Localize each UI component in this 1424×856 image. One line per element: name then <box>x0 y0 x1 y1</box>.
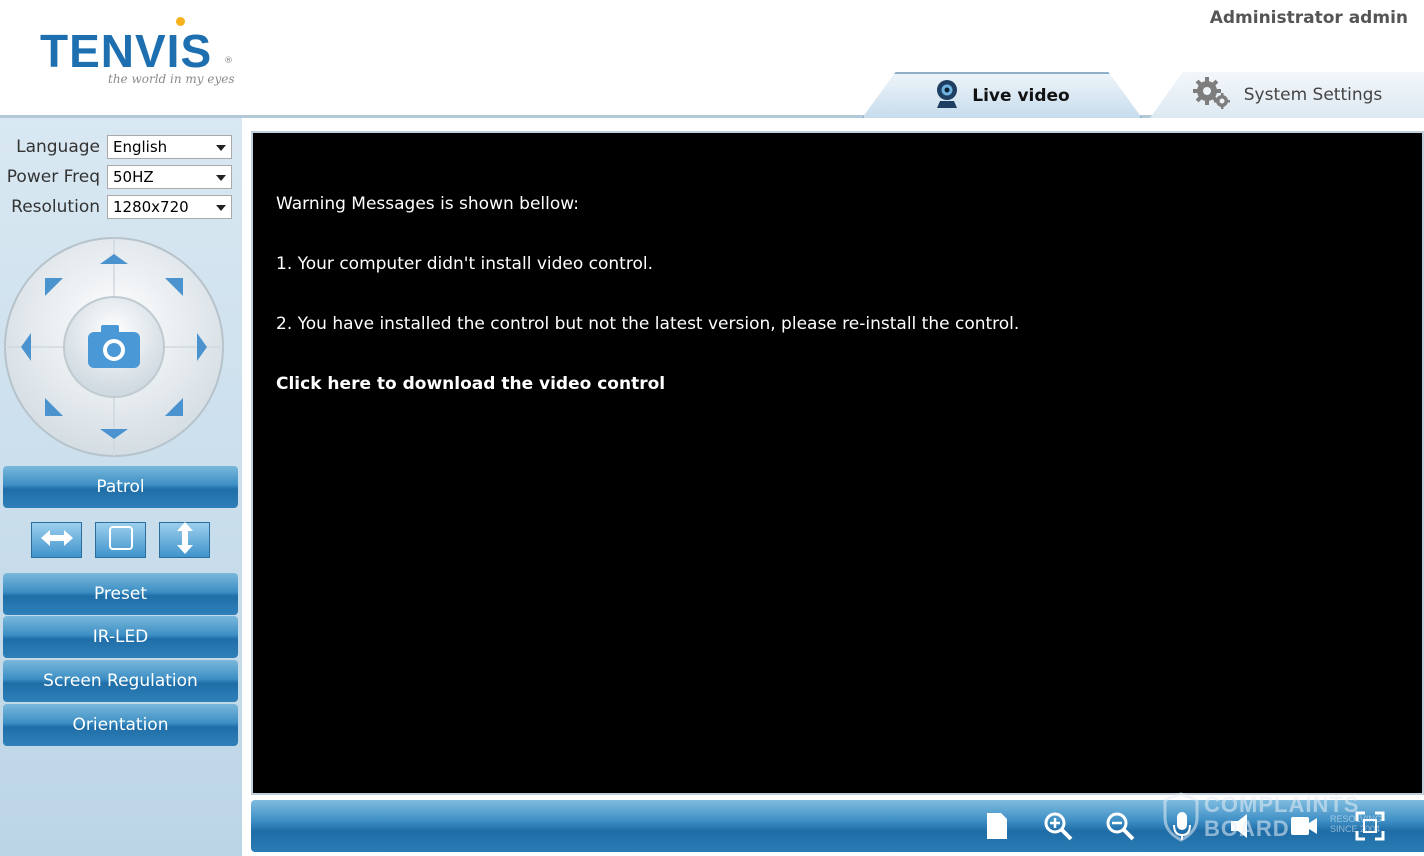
chevron-down-icon <box>216 205 226 211</box>
shield-icon <box>1163 792 1199 842</box>
power-freq-setting: Power Freq 50HZ <box>0 165 242 189</box>
warning-message-1: 1. Your computer didn't install video co… <box>276 254 653 274</box>
patrol-button[interactable]: Patrol <box>3 466 238 508</box>
download-control-link[interactable]: Click here to download the video control <box>276 374 665 394</box>
language-label: Language <box>16 137 100 157</box>
resolution-value: 1280x720 <box>113 198 189 216</box>
resolution-label: Resolution <box>11 197 100 217</box>
logo-dot <box>176 17 185 26</box>
snapshot-icon[interactable] <box>979 808 1015 844</box>
ptz-control-wheel <box>4 237 224 457</box>
tab-live-video[interactable]: Live video <box>862 72 1142 118</box>
tenvis-logo[interactable]: TENVIS ® the world in my eyes <box>40 17 270 95</box>
power-freq-select[interactable]: 50HZ <box>107 165 232 189</box>
resolution-select[interactable]: 1280x720 <box>107 195 232 219</box>
zoom-out-icon[interactable] <box>1102 808 1138 844</box>
webcam-icon <box>934 79 960 114</box>
vertical-patrol-button[interactable] <box>159 522 210 558</box>
power-freq-label: Power Freq <box>6 167 100 187</box>
power-freq-value: 50HZ <box>113 168 154 186</box>
screen-regulation-button[interactable]: Screen Regulation <box>3 660 238 702</box>
chevron-down-icon <box>216 175 226 181</box>
language-setting: Language English <box>0 135 242 159</box>
preset-button[interactable]: Preset <box>3 573 238 615</box>
warning-title: Warning Messages is shown bellow: <box>276 194 579 214</box>
ir-led-button[interactable]: IR-LED <box>3 616 238 658</box>
vertical-patrol-icon <box>175 521 195 559</box>
language-select[interactable]: English <box>107 135 232 159</box>
tab-live-video-label: Live video <box>972 86 1070 106</box>
stop-patrol-icon <box>108 525 134 555</box>
watermark: COMPLAINTS BOARD RESOLVING SINCE 2004 <box>1160 790 1390 848</box>
language-value: English <box>113 138 168 156</box>
orientation-button[interactable]: Orientation <box>3 704 238 746</box>
zoom-in-icon[interactable] <box>1040 808 1076 844</box>
logo-registered: ® <box>224 56 233 66</box>
watermark-line2: BOARD <box>1204 816 1290 841</box>
stop-patrol-button[interactable] <box>95 522 146 558</box>
gear-icon <box>1192 76 1232 115</box>
tab-system-settings-label: System Settings <box>1243 85 1383 105</box>
left-control-panel: Language English Power Freq 50HZ Resolut… <box>0 118 242 856</box>
logo-brand: TENVIS <box>40 25 213 77</box>
logo-tagline: the world in my eyes <box>108 72 235 86</box>
chevron-down-icon <box>216 145 226 151</box>
user-label: Administrator admin <box>1209 8 1408 28</box>
watermark-line3: RESOLVING SINCE 2004 <box>1330 814 1382 834</box>
warning-message-2: 2. You have installed the control but no… <box>276 314 1020 334</box>
horizontal-patrol-icon <box>39 528 75 552</box>
video-viewport: Warning Messages is shown bellow: 1. You… <box>251 131 1424 795</box>
resolution-setting: Resolution 1280x720 <box>0 195 242 219</box>
horizontal-patrol-button[interactable] <box>31 522 82 558</box>
header: TENVIS ® the world in my eyes Administra… <box>0 0 1424 118</box>
tab-system-settings[interactable]: System Settings <box>1150 72 1424 118</box>
